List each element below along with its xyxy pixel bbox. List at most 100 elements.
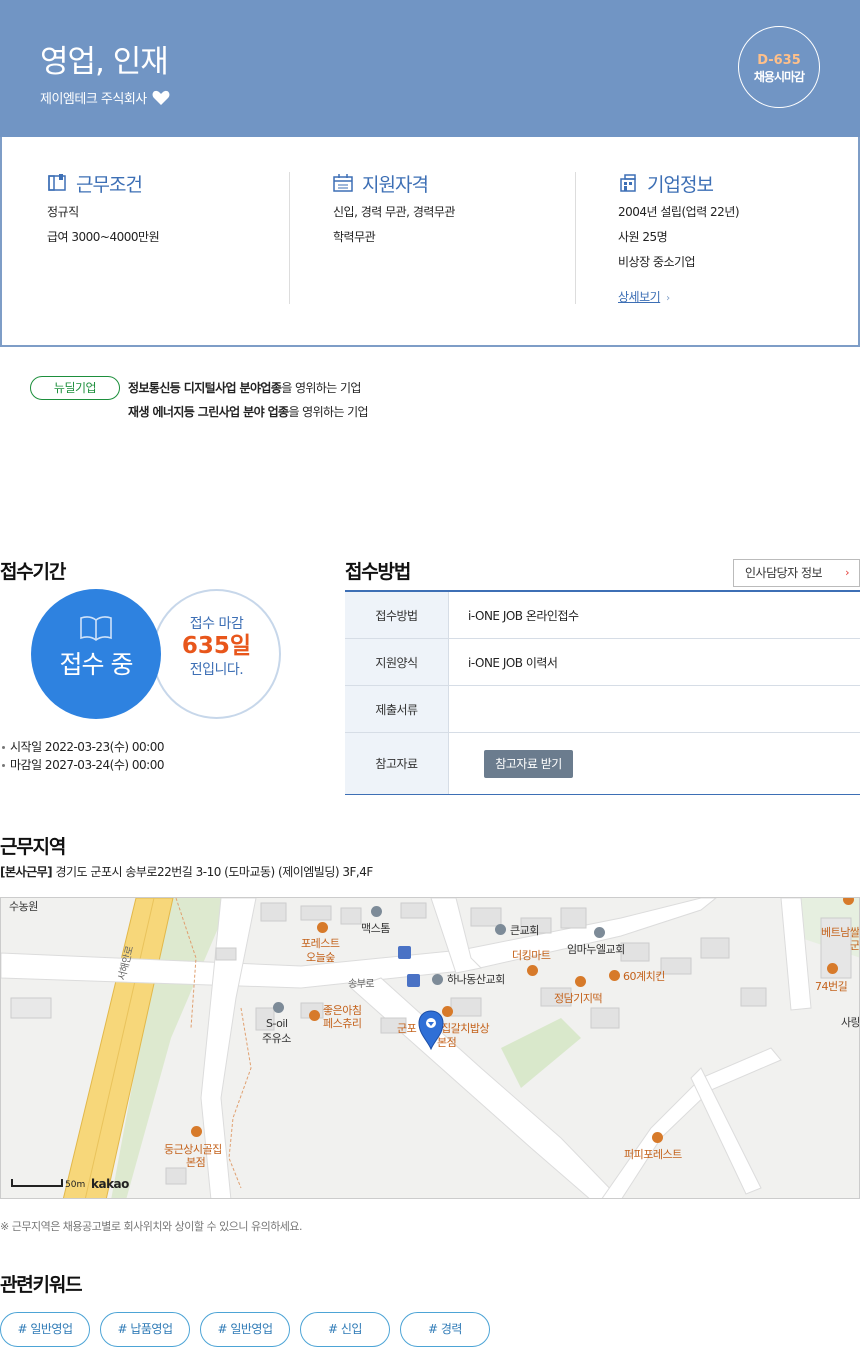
row-label: 지원양식 — [345, 639, 449, 685]
company-info: 기업정보 2004년 설립(업력 22년) 사원 25명 비상장 중소기업 상세… — [618, 172, 848, 305]
qualification-line: 학력무관 — [333, 230, 376, 244]
cafe-icon — [652, 1132, 663, 1143]
deadline-days: 635일 — [181, 633, 252, 659]
company-name[interactable]: 제이엠테크 주식회사 — [40, 88, 147, 107]
deadline-circle: 접수 마감 635일 전입니다. — [152, 589, 281, 719]
row-label: 참고자료 — [345, 733, 449, 794]
map-label: 주유소 — [262, 1032, 291, 1045]
map-label: 페스츄리 — [323, 1017, 362, 1030]
chicken-icon — [609, 970, 620, 981]
shop-icon — [527, 965, 538, 976]
map-label: 더킹마트 — [512, 949, 551, 962]
gas-station-icon — [273, 1002, 284, 1013]
map-label: 임마누엘교회 — [567, 943, 625, 956]
company-info-title: 기업정보 — [647, 173, 714, 196]
map-label: 본점 — [186, 1156, 206, 1169]
row-value: 참고자료 받기 — [449, 733, 860, 794]
book-icon — [80, 616, 112, 641]
row-value: i-ONE JOB 온라인접수 — [468, 608, 579, 623]
new-deal-highlight: 재생 에너지등 그린사업 분야 업종 — [128, 405, 289, 419]
work-conditions: 근무조건 정규직 급여 3000~4000만원 — [47, 172, 277, 304]
end-date: 마감일 2027-03-24(수) 00:00 — [2, 758, 164, 772]
map-brand-logo: kakao — [91, 1177, 129, 1191]
map-label: 큰교회 — [510, 924, 539, 937]
location-pin-icon[interactable] — [418, 1010, 444, 1050]
map-label: 군 — [850, 939, 860, 952]
condition-line: 급여 3000~4000만원 — [47, 230, 160, 244]
map-scale-label: 50m — [65, 1180, 86, 1190]
company-info-heading: 기업정보 — [618, 172, 848, 196]
location-title: 근무지역 — [0, 836, 66, 858]
chevron-right-icon: › — [845, 566, 849, 579]
column-divider — [575, 172, 576, 304]
map-label: S-oil — [266, 1017, 288, 1030]
restaurant-icon — [317, 922, 328, 933]
keyword-tag[interactable]: # 납품영업 — [100, 1312, 190, 1347]
column-divider — [289, 172, 290, 304]
qualifications-title: 지원자격 — [362, 173, 429, 196]
document-icon — [48, 174, 66, 191]
qualifications-heading: 지원자격 — [333, 172, 563, 196]
location-map[interactable]: 수농원 서해안로 포레스트 오늘숲 맥스톰 큰교회 임마누엘교회 더킹마트 하나… — [0, 897, 860, 1199]
table-row: 지원양식 i-ONE JOB 이력서 — [345, 639, 860, 686]
work-conditions-title: 근무조건 — [76, 173, 143, 196]
download-reference-button[interactable]: 참고자료 받기 — [484, 749, 573, 778]
hr-contact-label: 인사담당자 정보 — [745, 566, 823, 580]
church-icon — [594, 927, 605, 938]
hr-contact-button[interactable]: 인사담당자 정보 › — [733, 559, 860, 587]
food-icon — [575, 976, 586, 987]
dday-badge: D-635 채용시마감 — [738, 26, 820, 108]
status-text: 접수 중 — [59, 650, 134, 679]
map-label: 60계치킨 — [623, 970, 665, 983]
building-icon — [620, 174, 636, 192]
status-circle: 접수 중 — [31, 589, 161, 719]
calendar-icon — [333, 174, 353, 192]
company-info-line: 사원 25명 — [618, 230, 668, 244]
keyword-tag[interactable]: # 신입 — [300, 1312, 390, 1347]
address-text: 경기도 군포시 송부로22번길 3-10 (도마교동) (제이엠빌딩) 3F,4… — [55, 865, 373, 879]
condition-line: 정규직 — [47, 205, 79, 219]
address-tag: [본사근무] — [0, 865, 53, 879]
job-header: 영업, 인재 제이엠테크 주식회사 D-635 채용시마감 — [0, 0, 860, 137]
store-icon — [371, 906, 382, 917]
map-label: 퍼피포레스트 — [624, 1148, 682, 1161]
table-row: 참고자료 참고자료 받기 — [345, 733, 860, 794]
heart-icon[interactable] — [152, 90, 170, 106]
start-date: 시작일 2022-03-23(수) 00:00 — [2, 740, 164, 754]
keyword-tag[interactable]: # 일반영업 — [200, 1312, 290, 1347]
new-deal-line: 정보통신등 디지털사업 분야업종을 영위하는 기업 — [128, 379, 361, 396]
map-label: 하나동산교회 — [447, 973, 505, 986]
period-title: 접수기간 — [0, 561, 66, 583]
chevron-right-icon: › — [666, 293, 670, 304]
map-label: 맥스톰 — [361, 922, 390, 935]
map-label: 오늘숲 — [306, 951, 335, 964]
company-info-line: 2004년 설립(업력 22년) — [618, 205, 740, 219]
company-detail-link[interactable]: 상세보기 › — [618, 288, 670, 305]
company-name-row: 제이엠테크 주식회사 — [40, 88, 170, 107]
deadline-label: 접수 마감 — [189, 616, 244, 632]
new-deal-text: 을 영위하는 기업 — [288, 405, 368, 419]
keyword-tag[interactable]: # 일반영업 — [0, 1312, 90, 1347]
map-scale-bar — [11, 1179, 63, 1187]
church-icon — [432, 974, 443, 985]
method-title: 접수방법 — [345, 561, 411, 583]
bakery-icon — [309, 1010, 320, 1021]
new-deal-text: 을 영위하는 기업 — [281, 381, 361, 395]
company-info-line: 비상장 중소기업 — [618, 255, 696, 269]
work-conditions-heading: 근무조건 — [47, 172, 277, 196]
new-deal-line: 재생 에너지등 그린사업 분야 업종을 영위하는 기업 — [128, 403, 369, 420]
restaurant-icon — [827, 963, 838, 974]
company-detail-label: 상세보기 — [618, 290, 661, 304]
dday-count: D-635 — [757, 53, 801, 68]
new-deal-highlight: 정보통신등 디지털사업 분야업종 — [128, 381, 282, 395]
table-row: 제출서류 — [345, 686, 860, 733]
dday-label: 채용시마감 — [753, 70, 805, 84]
bus-stop-icon[interactable] — [398, 946, 411, 959]
row-value: i-ONE JOB 이력서 — [468, 655, 558, 670]
restaurant-icon — [191, 1126, 202, 1137]
row-label: 제출서류 — [345, 686, 449, 732]
keyword-tag[interactable]: # 경력 — [400, 1312, 490, 1347]
bus-stop-icon[interactable] — [407, 974, 420, 987]
map-label: 군포 — [397, 1022, 417, 1035]
map-label: 정담기지떡 — [554, 992, 603, 1005]
